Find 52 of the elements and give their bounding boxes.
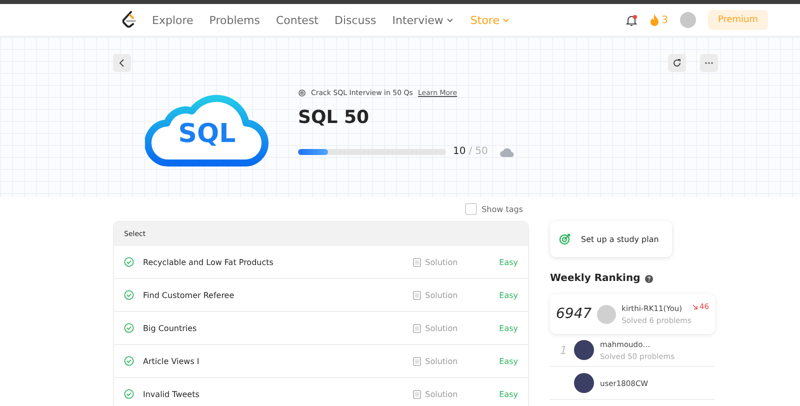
plan-title: SQL 50 [298,106,370,128]
help-icon[interactable] [645,274,654,282]
avatar [574,340,594,360]
reset-button[interactable] [668,54,686,72]
study-plan-button[interactable]: Set up a study plan [550,221,672,257]
target-icon [559,233,571,245]
difficulty-label: Easy [499,356,518,366]
logo-icon[interactable] [122,11,136,29]
document-icon [413,258,422,266]
difficulty-label: Easy [499,290,518,300]
nav-link[interactable]: Problems [209,14,260,26]
problem-title[interactable]: Recyclable and Low Fat Products [143,258,414,266]
nav-link[interactable]: Contest [276,14,318,26]
chevron-left-icon [117,58,127,68]
cloud-icon [498,146,515,158]
rank-number: 1 [560,344,568,356]
total-count: 50 [475,146,488,157]
nav-menu[interactable]: Interview [392,14,454,26]
section-title: Weekly Ranking [550,273,640,284]
show-tags-checkbox[interactable] [464,203,477,215]
problem-title[interactable]: Big Countries [143,324,414,332]
solution-link[interactable]: Solution [425,290,458,300]
problem-title[interactable]: Article Views I [143,356,414,366]
arrow-down-icon [692,304,698,310]
fire-icon [650,14,659,26]
rank-number: 6947 [556,306,592,322]
caret-icon [446,16,454,24]
solution-link[interactable]: Solution [425,324,458,332]
solution-link[interactable]: Solution [425,356,458,366]
problem-title[interactable]: Invalid Tweets [143,390,414,398]
difficulty-label: Easy [499,324,518,332]
difficulty-label: Easy [499,390,518,398]
back-button[interactable] [113,54,131,72]
avatar [596,304,616,324]
problem-title[interactable]: Find Customer Referee [143,290,414,300]
target-icon [298,88,306,96]
document-icon [413,356,422,366]
document-icon [413,290,422,300]
solved-count: 10 [453,146,466,157]
solution-link[interactable]: Solution [425,258,458,266]
document-icon [413,390,422,398]
nav-link[interactable]: Explore [152,14,194,26]
reset-icon [672,58,682,68]
caret-icon [502,16,510,24]
avatar [574,373,594,393]
count-separator: / [468,146,472,157]
nav-link[interactable]: Discuss [334,14,376,26]
bell-icon[interactable] [624,14,638,26]
show-tags-label: Show tags [482,204,523,214]
solution-link[interactable]: Solution [425,390,458,398]
difficulty-label: Easy [499,258,518,266]
document-icon [413,324,422,332]
